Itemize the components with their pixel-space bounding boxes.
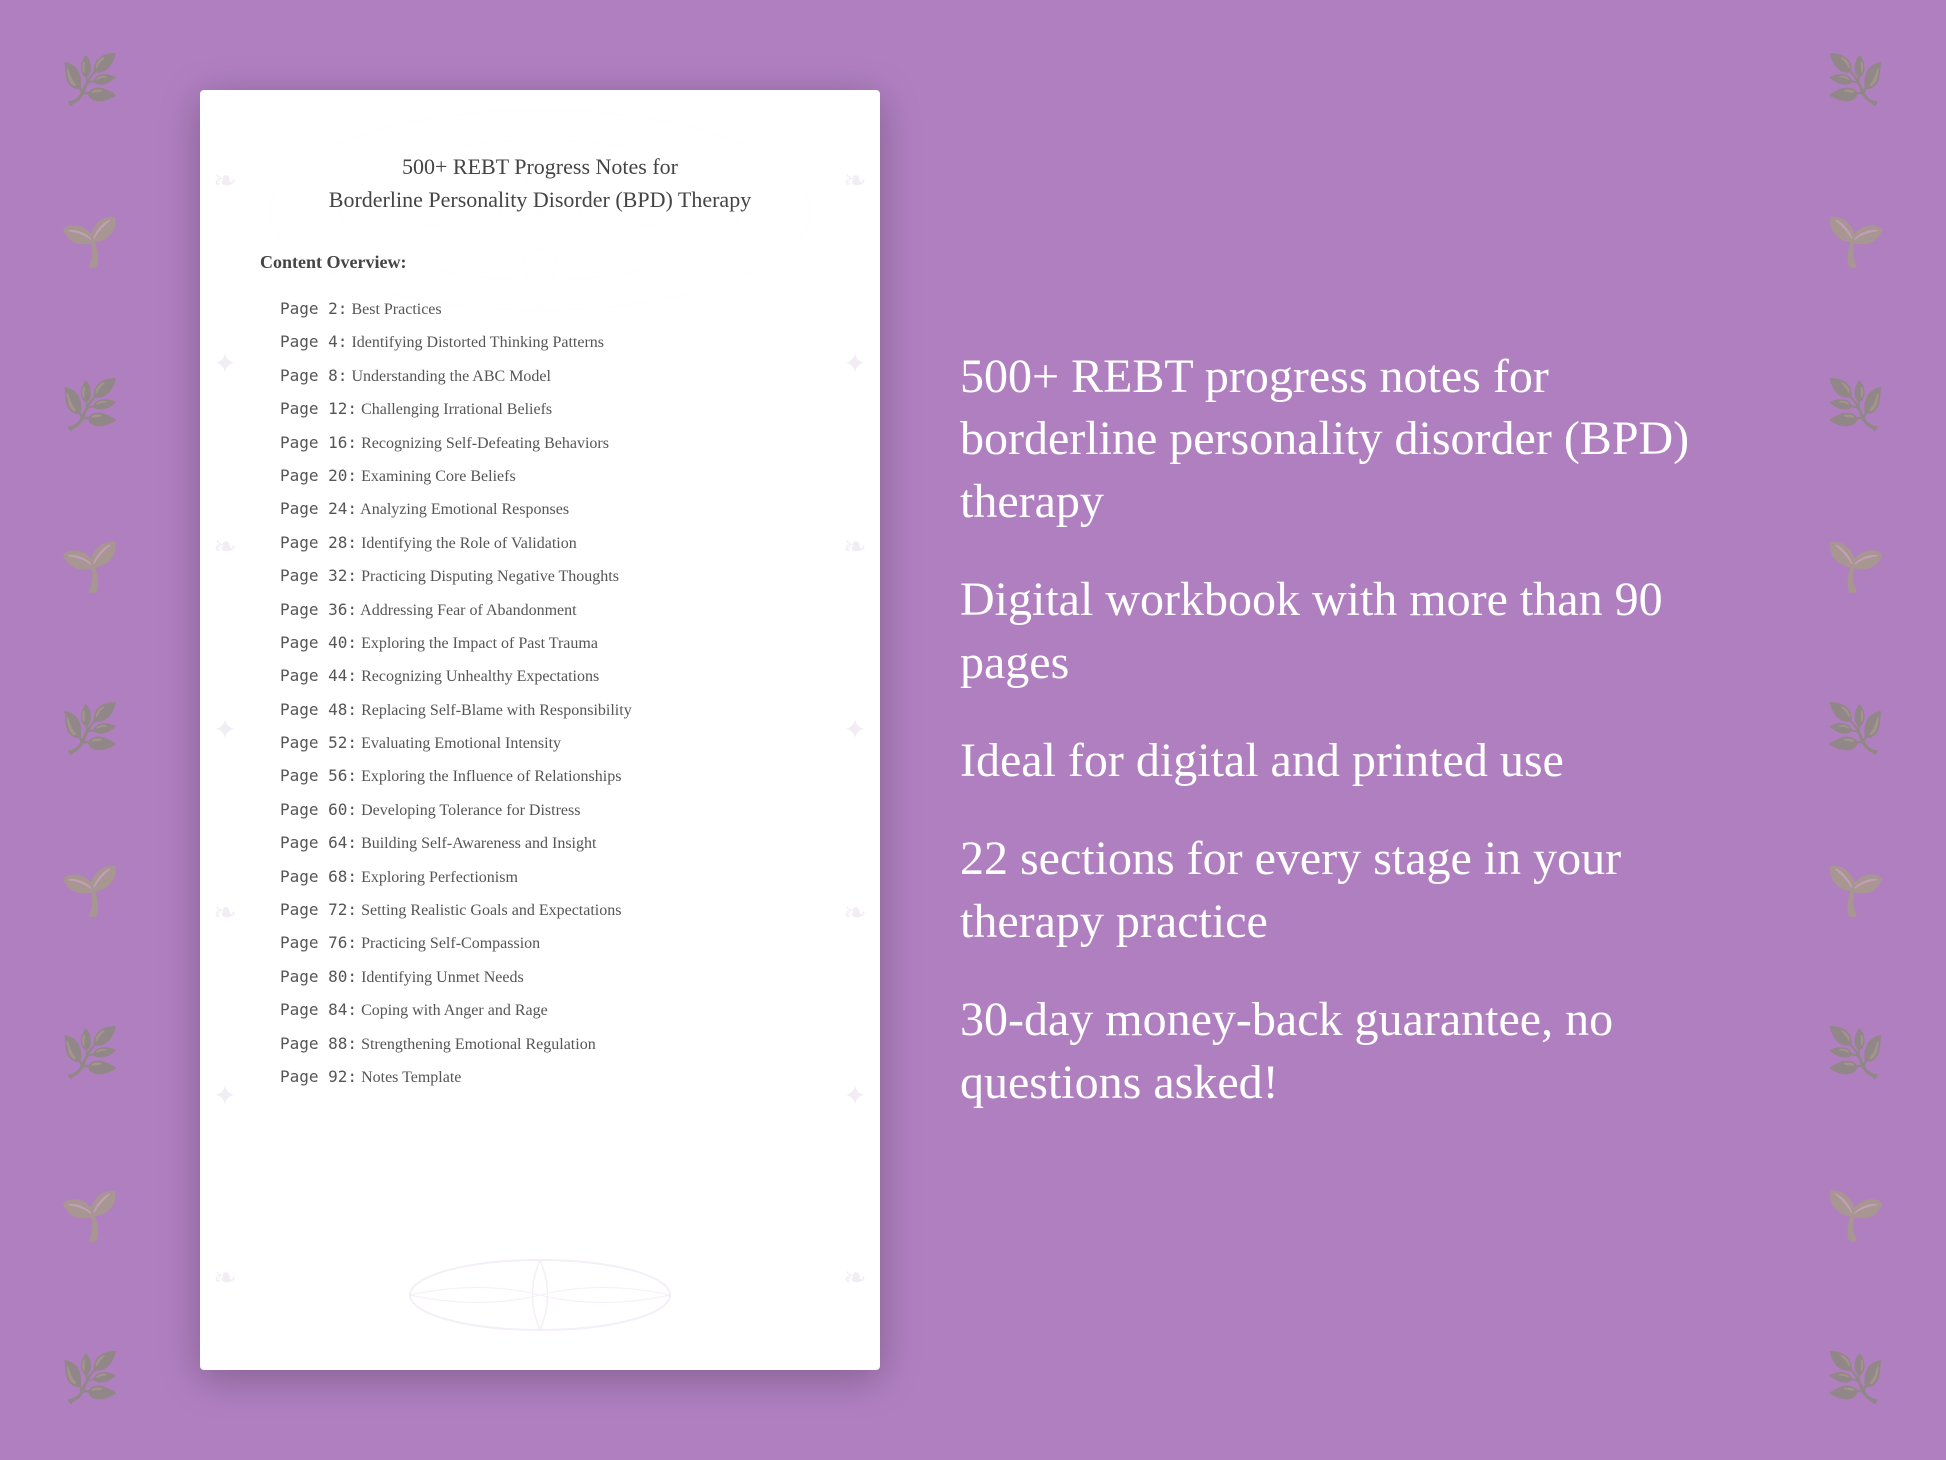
toc-item: Page 36: Addressing Fear of Abandonment [260, 594, 820, 627]
main-content: ❧ ✦ ❧ ✦ ❧ ✦ ❧ ❧ ✦ ❧ ✦ ❧ ✦ ❧ 500+ REBT Pr… [0, 30, 1946, 1430]
toc-item: Page 24: Analyzing Emotional Responses [260, 493, 820, 526]
features-panel: 500+ REBT progress notes for borderline … [940, 346, 1746, 1114]
toc-item: Page 8: Understanding the ABC Model [260, 360, 820, 393]
toc-item: Page 28: Identifying the Role of Validat… [260, 527, 820, 560]
toc-item: Page 80: Identifying Unmet Needs [260, 961, 820, 994]
toc-item: Page 20: Examining Core Beliefs [260, 460, 820, 493]
toc-item: Page 72: Setting Realistic Goals and Exp… [260, 894, 820, 927]
toc-item: Page 32: Practicing Disputing Negative T… [260, 560, 820, 593]
feature-text-4: 30-day money-back guarantee, no question… [960, 989, 1746, 1114]
toc-item: Page 52: Evaluating Emotional Intensity [260, 727, 820, 760]
toc-item: Page 2: Best Practices [260, 293, 820, 326]
toc-item: Page 68: Exploring Perfectionism [260, 861, 820, 894]
toc-item: Page 88: Strengthening Emotional Regulat… [260, 1028, 820, 1061]
toc-item: Page 12: Challenging Irrational Beliefs [260, 393, 820, 426]
toc-item: Page 60: Developing Tolerance for Distre… [260, 794, 820, 827]
document-title: 500+ REBT Progress Notes for Borderline … [260, 150, 820, 216]
document-border-right: ❧ ✦ ❧ ✦ ❧ ✦ ❧ [835, 90, 875, 1370]
toc-item: Page 92: Notes Template [260, 1061, 820, 1094]
feature-text-2: Ideal for digital and printed use [960, 730, 1746, 792]
toc-item: Page 64: Building Self-Awareness and Ins… [260, 827, 820, 860]
toc-item: Page 4: Identifying Distorted Thinking P… [260, 326, 820, 359]
document-title-line2: Borderline Personality Disorder (BPD) Th… [329, 187, 751, 212]
feature-text-0: 500+ REBT progress notes for borderline … [960, 346, 1746, 533]
toc-item: Page 16: Recognizing Self-Defeating Beha… [260, 427, 820, 460]
document-title-line1: 500+ REBT Progress Notes for [402, 154, 678, 179]
toc-item: Page 44: Recognizing Unhealthy Expectati… [260, 660, 820, 693]
feature-text-1: Digital workbook with more than 90 pages [960, 569, 1746, 694]
content-overview-label: Content Overview: [260, 252, 820, 273]
document-border-left: ❧ ✦ ❧ ✦ ❧ ✦ ❧ [205, 90, 245, 1370]
toc-item: Page 56: Exploring the Influence of Rela… [260, 760, 820, 793]
toc-item: Page 84: Coping with Anger and Rage [260, 994, 820, 1027]
table-of-contents: Page 2: Best PracticesPage 4: Identifyin… [260, 293, 820, 1094]
toc-item: Page 48: Replacing Self-Blame with Respo… [260, 694, 820, 727]
document-watermark-bottom [390, 1255, 690, 1340]
document-card: ❧ ✦ ❧ ✦ ❧ ✦ ❧ ❧ ✦ ❧ ✦ ❧ ✦ ❧ 500+ REBT Pr… [200, 90, 880, 1370]
toc-item: Page 76: Practicing Self-Compassion [260, 927, 820, 960]
toc-item: Page 40: Exploring the Impact of Past Tr… [260, 627, 820, 660]
feature-text-3: 22 sections for every stage in your ther… [960, 828, 1746, 953]
